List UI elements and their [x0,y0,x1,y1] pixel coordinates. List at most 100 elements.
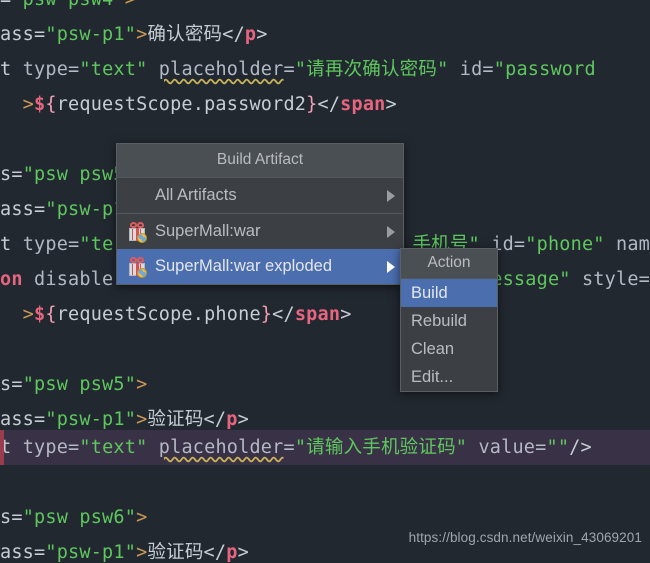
code-token: value= [478,437,547,458]
action-submenu-item-edit[interactable]: Edit... [401,363,497,391]
code-token: = [283,437,295,458]
code-token: 验证码 [147,542,204,563]
code-token: nam [615,234,650,255]
code-line[interactable]: s="psw psw5"> [0,367,650,402]
menu-item-label: Rebuild [411,311,467,330]
code-token: type= [22,59,80,80]
build-artifact-menu-item-supermall-war[interactable]: SuperMall:war [117,214,403,249]
code-token: > [385,94,397,115]
code-token: > [136,507,148,528]
code-token: p [244,24,257,45]
code-token: ass= [0,199,46,220]
menu-item-label: All Artifacts [155,186,237,204]
code-token: > [256,24,268,45]
menu-item-label: SuperMall:war exploded [155,257,333,275]
code-token: { [45,94,57,115]
code-token: ass= [0,24,46,45]
code-token: s= [0,507,23,528]
code-token: > [136,409,148,430]
code-token: > [237,542,249,563]
code-token: s= [0,164,23,185]
build-artifact-menu-item-supermall-war-exploded[interactable]: SuperMall:war exploded [117,249,403,284]
build-artifact-menu-item-all-artifacts[interactable]: All Artifacts [117,178,403,213]
action-submenu-item-clean[interactable]: Clean [401,335,497,363]
code-token: "psw-p1 [45,199,125,220]
code-token: 确认密码 [147,24,223,45]
menu-item-label: Clean [411,339,455,358]
code-token: </ [203,542,227,563]
code-token: > [237,409,249,430]
code-token: </ [272,304,295,325]
code-line[interactable]: t type="text" placeholder="请输入手机验证码" val… [0,430,650,465]
menu-item-label: Edit... [411,367,454,386]
code-line[interactable]: ass="psw-p1">确认密码</p> [0,17,650,52]
code-token: > [125,0,136,10]
code-token: "请再次确认密码" [294,59,449,80]
code-token: span [294,304,341,325]
code-token: p [226,542,238,563]
code-token: /> [569,437,592,458]
menu-item-label: SuperMall:war [155,222,261,240]
code-token: style= [581,269,650,290]
code-token: = [283,59,295,80]
code-token: "psw psw4" [11,0,124,10]
code-token: </ [317,94,341,115]
code-line[interactable]: t type="text" placeholder="请再次确认密码" id="… [0,52,650,87]
chevron-right-icon [387,260,395,273]
build-artifact-menu-title: Build Artifact [117,144,403,178]
code-token: essage" [491,269,571,290]
code-line[interactable]: >${requestScope.password2}</span> [0,87,650,122]
code-token: $ [34,94,46,115]
code-token: t [0,59,23,80]
code-token: type= [22,437,80,458]
code-token: "psw psw5" [22,374,137,395]
code-line[interactable]: ="psw psw4"> [0,0,650,17]
watermark-url: https://blog.csdn.net/weixin_43069201 [408,530,642,545]
action-submenu[interactable]: Action Build Rebuild Clean Edit... [400,248,498,392]
code-token: "psw psw6" [22,507,137,528]
code-token: > [340,304,352,325]
code-token: "phone" [525,234,605,255]
code-token: </ [203,409,227,430]
code-token: = [0,0,11,10]
code-token: > [0,94,35,115]
code-token: { [45,304,57,325]
code-token: s= [0,374,23,395]
code-token: } [306,94,318,115]
code-token: id= [459,59,494,80]
build-artifact-popup-menu[interactable]: Build Artifact All Artifacts SuperMall:wa… [116,143,404,285]
action-submenu-title: Action [401,249,497,279]
action-submenu-item-build[interactable]: Build [401,279,497,307]
code-token: "psw-p1" [45,409,137,430]
code-token: > [136,542,148,563]
code-token: } [260,304,273,325]
code-line[interactable]: >${requestScope.phone}</span> [0,297,650,332]
code-token: > [136,24,148,45]
action-submenu-item-rebuild[interactable]: Rebuild [401,307,497,335]
code-token: "psw-p1" [45,542,137,563]
code-token: requestScope.password2 [56,94,307,115]
action-submenu-list[interactable]: Build Rebuild Clean Edit... [401,279,497,391]
code-token: > [0,304,35,325]
code-token: placeholder [158,59,284,80]
code-token: 验证码 [147,409,204,430]
artifact-icon [127,221,149,243]
menu-item-label: Build [411,283,448,302]
code-token: "password [493,59,596,80]
code-token: ass= [0,409,46,430]
code-token: "text" [79,59,148,80]
code-token: p [226,409,238,430]
code-token: "text" [79,437,148,458]
code-token: "" [546,437,570,458]
code-token: span [340,94,386,115]
build-artifact-menu-list[interactable]: All Artifacts SuperMall:war SuperMall:war … [117,178,403,284]
code-token: placeholder [158,437,284,458]
code-token: t [0,437,23,458]
code-token: ass= [0,542,46,563]
